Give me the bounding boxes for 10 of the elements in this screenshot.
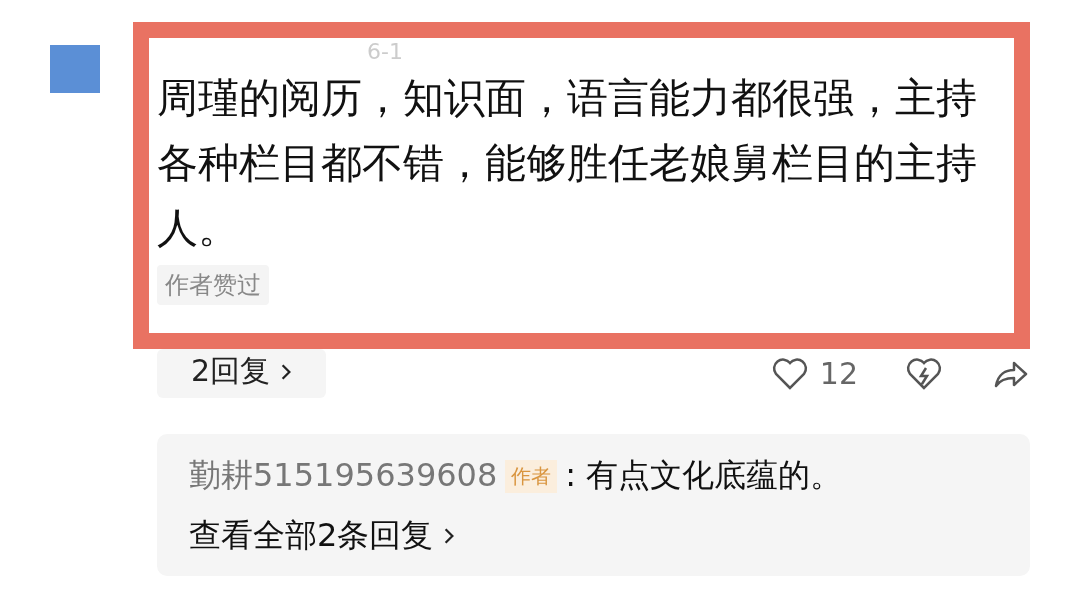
reply-username[interactable]: 勤耕515195639608 [189,454,498,498]
view-all-replies-link[interactable]: 查看全部2条回复 [189,514,456,558]
like-count: 12 [819,356,858,391]
chevron-icon [443,527,456,545]
author-tag: 作者 [505,459,558,493]
reply-text: : 有点文化底蕴的。 [565,455,843,496]
comment-text: 周瑾的阅历，知识面，语言能力都很强，主持各种栏目都不错，能够胜任老娘舅栏目的主持人。 [157,73,978,254]
replies-button[interactable]: 2回复 [157,349,327,398]
chevron-icon [280,362,293,381]
author-liked-tag: 作者赞过 [157,265,269,305]
